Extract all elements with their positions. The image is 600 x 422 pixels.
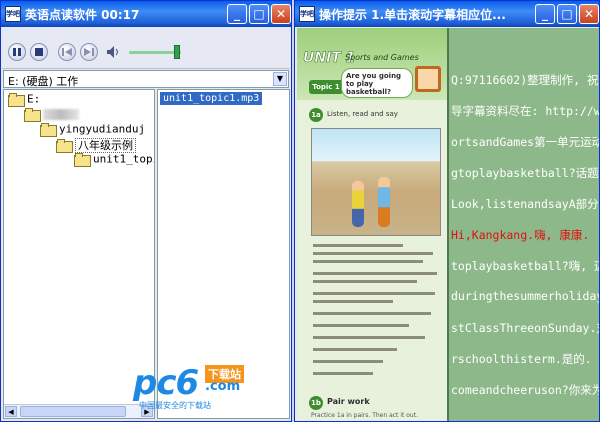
exercise-1a-label: Listen, read and say	[327, 110, 398, 118]
dialogue-line[interactable]	[313, 252, 433, 255]
previous-button[interactable]	[58, 43, 76, 61]
reader-window: 学吧 操作提示 1.单击滚动字幕相应位... _ □ ✕ UNIT 1 Spor…	[294, 0, 600, 422]
topic-question: Are you going to play basketball?	[341, 68, 413, 98]
volume-knob[interactable]	[174, 45, 180, 59]
drive-select[interactable]: E: (硬盘) 工作 ▼	[3, 70, 289, 88]
subtitle-line[interactable]: Q:97116602)整理制作, 祝	[451, 72, 599, 88]
dialogue-line[interactable]	[313, 260, 423, 263]
dialogue-line[interactable]	[313, 244, 403, 247]
tree-item-grade8-sample[interactable]: 八年级示例	[56, 137, 136, 153]
dialogue-line[interactable]	[313, 324, 409, 327]
exercise-1b-label: Pair work	[327, 397, 370, 406]
basketball-hoop-image	[415, 66, 441, 92]
minimize-button[interactable]: _	[535, 4, 555, 24]
pause-icon	[13, 48, 21, 56]
subtitle-panel[interactable]: Q:97116602)整理制作, 祝导字幕资料尽在: http://w ortsa…	[447, 28, 599, 421]
next-icon	[84, 48, 94, 56]
subtitle-line[interactable]: gtoplaybasketball?话题1	[451, 165, 599, 181]
folder-icon	[40, 123, 57, 137]
player-titlebar[interactable]: 学吧 英语点读软件 00:17 _ □ ✕	[1, 1, 291, 27]
minimize-button[interactable]: _	[227, 4, 247, 24]
exercise-1b-hint: Practice 1a in pairs. Then act it out.	[311, 412, 418, 419]
subtitle-line[interactable]: Hi,Kangkang.嗨, 康康.	[451, 227, 589, 243]
dialogue-line[interactable]	[313, 292, 435, 295]
maximize-button[interactable]: □	[249, 4, 269, 24]
exercise-1a-badge[interactable]: 1a	[309, 108, 323, 122]
previous-icon	[62, 48, 72, 56]
dialogue-line[interactable]	[313, 336, 425, 339]
subtitle-line[interactable]: Look,listenandsayA部分1a	[451, 196, 599, 212]
pause-button[interactable]	[8, 43, 26, 61]
scrollbar-thumb[interactable]	[20, 406, 126, 417]
stop-button[interactable]	[30, 43, 48, 61]
dialogue-line[interactable]	[313, 300, 393, 303]
folder-icon	[74, 153, 91, 167]
tree-item-yingyudianduj[interactable]: yingyudianduj	[40, 122, 145, 138]
dialogue-line[interactable]	[313, 372, 373, 375]
subtitle-line[interactable]: ortsandGames第一单元运动	[451, 134, 599, 150]
file-item[interactable]: unit1_topic1.mp3	[160, 92, 263, 105]
tree-item-unit1-topic[interactable]: unit1_topic	[74, 152, 154, 168]
window-title: 英语点读软件 00:17	[25, 8, 140, 22]
tree-item-drive[interactable]: E:	[8, 92, 40, 108]
app-icon: 学吧	[5, 6, 21, 22]
boy-figure	[352, 181, 364, 227]
exercise-1b-badge[interactable]: 1b	[309, 396, 323, 410]
textbook-page[interactable]: UNIT 1 Sports and Games Topic 1 Are you …	[297, 28, 447, 421]
subtitle-line[interactable]: toplaybasketball?嗨, 迈	[451, 258, 599, 274]
speaker-icon	[107, 46, 118, 58]
subtitle-line[interactable]: rschoolthisterm.是的. 这	[451, 351, 599, 367]
illustration-boys[interactable]	[311, 128, 441, 236]
dialogue-line[interactable]	[313, 360, 383, 363]
volume-button[interactable]	[104, 43, 122, 61]
maximize-button[interactable]: □	[557, 4, 577, 24]
chevron-down-icon[interactable]: ▼	[273, 72, 287, 86]
reader-titlebar[interactable]: 学吧 操作提示 1.单击滚动字幕相应位... _ □ ✕	[295, 1, 599, 27]
scroll-left-icon[interactable]: ◀	[5, 406, 17, 417]
boy-figure	[378, 177, 390, 227]
close-button[interactable]: ✕	[579, 4, 599, 24]
subtitle-line[interactable]: stClassThreeonSunday.对	[451, 320, 599, 336]
folder-icon	[8, 93, 25, 107]
app-icon: 学吧	[299, 6, 315, 22]
folder-icon	[24, 108, 41, 122]
tree-item-blurred[interactable]	[24, 107, 79, 123]
pc6-watermark-logo: pc6 下载站 .com 中国最安全的下载站	[129, 363, 269, 411]
subtitle-line[interactable]: comeandcheeruson?你来为	[451, 382, 599, 398]
subtitle-line[interactable]: duringthesummerholidays	[451, 289, 599, 303]
window-title: 操作提示 1.单击滚动字幕相应位...	[319, 8, 506, 22]
dialogue-line[interactable]	[313, 312, 431, 315]
drive-select-value: E: (硬盘) 工作	[8, 75, 79, 88]
unit-subtitle: Sports and Games	[345, 53, 419, 62]
folder-open-icon	[56, 139, 73, 153]
dialogue-line[interactable]	[313, 272, 437, 275]
topic-label: Topic 1	[309, 80, 343, 94]
dialogue-line[interactable]	[313, 348, 397, 351]
player-controls	[2, 27, 290, 69]
player-window: 学吧 英语点读软件 00:17 _ □ ✕ E: (硬盘) 工作 ▼ E: yi…	[0, 0, 292, 422]
subtitle-line[interactable]: 导字幕资料尽在: http://w	[451, 103, 599, 119]
next-button[interactable]	[80, 43, 98, 61]
redacted-label	[43, 108, 79, 120]
close-button[interactable]: ✕	[271, 4, 291, 24]
dialogue-line[interactable]	[313, 280, 417, 283]
stop-icon	[35, 48, 43, 56]
